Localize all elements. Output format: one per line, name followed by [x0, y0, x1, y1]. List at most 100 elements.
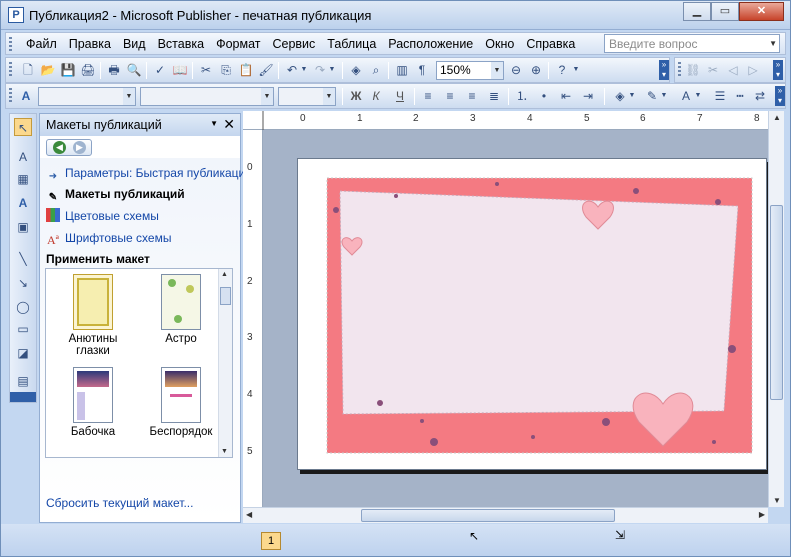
flower-dot[interactable] [531, 435, 535, 439]
link-icon[interactable]: ⛓ [685, 62, 701, 78]
menu-help[interactable]: Справка [520, 36, 581, 52]
line-style-icon[interactable]: ☰ [712, 88, 728, 104]
new-document-icon[interactable]: 🗋 [20, 62, 36, 78]
autoshapes-icon[interactable]: ◪ [14, 344, 32, 362]
justify-icon[interactable]: ≣ [486, 88, 502, 104]
paste-icon[interactable]: 📋 [238, 62, 254, 78]
postcard-design[interactable] [298, 159, 768, 471]
close-button[interactable]: ✕ [739, 2, 784, 21]
open-folder-icon[interactable]: 📂 [40, 62, 56, 78]
menu-tools[interactable]: Сервис [266, 36, 321, 52]
chevron-down-icon[interactable]: ▼ [261, 88, 273, 105]
scroll-right-icon[interactable]: ▶ [759, 510, 765, 519]
align-right-icon[interactable]: ≡ [464, 88, 480, 104]
style-select[interactable]: ▼ [38, 87, 136, 106]
design-gallery-icon[interactable]: ▤ [14, 372, 32, 390]
scrollbar-thumb[interactable] [220, 287, 231, 305]
fill-color-icon[interactable]: ◈ [612, 88, 628, 104]
previous-frame-icon[interactable]: ◁ [725, 62, 741, 78]
chevron-down-icon[interactable]: ▼ [572, 62, 580, 78]
align-left-icon[interactable]: ≡ [420, 88, 436, 104]
zoom-out-icon[interactable]: ⊖ [508, 62, 524, 78]
increase-indent-icon[interactable]: ⇥ [580, 88, 596, 104]
pilcrow-icon[interactable]: ¶ [414, 62, 430, 78]
chevron-down-icon[interactable]: ▼ [123, 88, 135, 105]
cut-icon[interactable]: ✂ [198, 62, 214, 78]
toolbar-options-icon[interactable] [10, 392, 36, 402]
bring-to-front-icon[interactable]: ◈ [348, 62, 364, 78]
flower-dot[interactable] [333, 207, 339, 213]
publication-canvas[interactable] [263, 130, 768, 507]
zoom-in-icon[interactable]: ⊕ [528, 62, 544, 78]
scroll-down-icon[interactable]: ▼ [221, 448, 228, 455]
chevron-down-icon[interactable]: ▼ [491, 62, 503, 79]
ask-question-box[interactable]: Введите вопрос ▼ [604, 34, 780, 53]
flower-dot[interactable] [602, 418, 610, 426]
flower-dot[interactable] [633, 188, 639, 194]
decrease-indent-icon[interactable]: ⇤ [558, 88, 574, 104]
print-icon[interactable]: 🖶 [106, 62, 122, 78]
reset-design-link[interactable]: Сбросить текущий макет... [46, 496, 193, 510]
link-color-schemes[interactable]: Цветовые схемы [46, 208, 159, 223]
vertical-scrollbar[interactable]: ▲ ▼ [768, 111, 784, 507]
toolbar-grip[interactable] [9, 37, 12, 51]
underline-button[interactable]: Ч [392, 88, 408, 104]
chevron-down-icon[interactable]: ▼ [323, 88, 335, 105]
flower-dot[interactable] [377, 400, 383, 406]
wordart-icon[interactable]: A [14, 194, 32, 212]
font-select[interactable]: ▼ [140, 87, 274, 106]
toolbar-options-icon[interactable]: » ▾ [659, 60, 669, 80]
unlink-icon[interactable]: ✂ [705, 62, 721, 78]
print-preview-icon[interactable]: 🔍 [126, 62, 142, 78]
design-template-disorder[interactable]: Беспорядок [141, 367, 221, 438]
styles-icon[interactable]: A [18, 88, 34, 104]
link-font-schemes[interactable]: Aª Шрифтовые схемы [46, 231, 171, 247]
table-icon[interactable]: ▦ [14, 170, 32, 188]
back-icon[interactable]: ◀ [53, 141, 66, 154]
scrollbar-thumb[interactable] [361, 509, 615, 522]
font-color-icon[interactable]: A [678, 88, 694, 104]
publisher-app-icon[interactable]: P [8, 7, 24, 23]
flower-dot[interactable] [394, 194, 398, 198]
numbering-icon[interactable]: ⒈ [514, 88, 530, 104]
flower-dot[interactable] [495, 182, 499, 186]
vertical-ruler[interactable]: 0 1 2 3 4 5 [243, 130, 263, 507]
line-color-icon[interactable]: ✎ [644, 88, 660, 104]
chevron-down-icon[interactable]: ▼ [660, 88, 668, 104]
menu-format[interactable]: Формат [210, 36, 266, 52]
gallery-scrollbar[interactable]: ▲ ▼ [218, 269, 232, 457]
scroll-up-icon[interactable]: ▲ [773, 113, 781, 122]
menu-arrange[interactable]: Расположение [382, 36, 479, 52]
chevron-down-icon[interactable]: ▼ [694, 88, 702, 104]
align-center-icon[interactable]: ≡ [442, 88, 458, 104]
flower-dot[interactable] [430, 438, 438, 446]
rectangle-icon[interactable]: ▭ [14, 320, 32, 338]
menu-edit[interactable]: Правка [63, 36, 117, 52]
scrollbar-thumb[interactable] [770, 205, 783, 400]
forward-icon[interactable]: ▶ [73, 141, 86, 154]
horizontal-scrollbar[interactable]: ◀ ▶ [243, 507, 768, 523]
design-template-astro[interactable]: Астро [141, 274, 221, 345]
picture-frame-icon[interactable]: ▣ [14, 218, 32, 236]
text-box-icon[interactable]: A [14, 148, 32, 166]
toolbar-options-icon[interactable]: » ▾ [775, 86, 785, 106]
minimize-button[interactable]: ▁ [683, 2, 711, 21]
page-navigator-button[interactable]: 1 [261, 532, 281, 550]
menu-insert[interactable]: Вставка [152, 36, 210, 52]
link-publication-designs[interactable]: ✎ Макеты публикаций [46, 187, 185, 205]
chevron-down-icon[interactable]: ▼ [300, 62, 308, 78]
bullets-icon[interactable]: • [536, 88, 552, 104]
spelling-icon[interactable]: ✓ [152, 62, 168, 78]
help-icon[interactable]: ? [554, 62, 570, 78]
select-objects-icon[interactable]: ↖ [14, 118, 32, 136]
card-inner-panel[interactable] [339, 190, 739, 415]
font-size-select[interactable]: ▼ [278, 87, 336, 106]
scroll-down-icon[interactable]: ▼ [773, 496, 781, 505]
research-icon[interactable]: 📖 [172, 62, 188, 78]
toolbar-grip[interactable] [678, 62, 681, 76]
chevron-down-icon[interactable]: ▼ [769, 39, 777, 48]
flower-dot[interactable] [420, 419, 424, 423]
chevron-down-icon[interactable]: ▼ [628, 88, 636, 104]
chevron-down-icon[interactable]: ▼ [210, 119, 218, 128]
arrow-style-icon[interactable]: ⇄ [752, 88, 768, 104]
